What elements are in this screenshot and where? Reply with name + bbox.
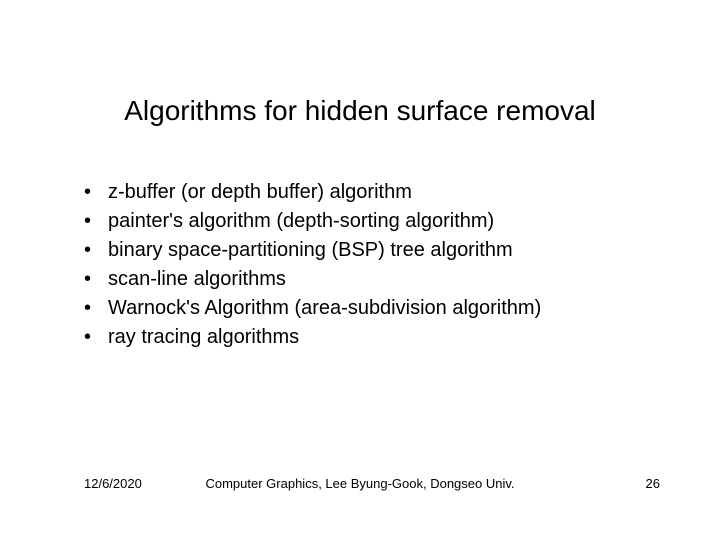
bullet-icon: • [84,323,108,352]
slide: Algorithms for hidden surface removal • … [0,0,720,540]
list-item: • binary space-partitioning (BSP) tree a… [84,236,541,265]
list-item: • z-buffer (or depth buffer) algorithm [84,178,541,207]
list-item: • scan-line algorithms [84,265,541,294]
list-item: • Warnock's Algorithm (area-subdivision … [84,294,541,323]
bullet-icon: • [84,294,108,323]
footer-page-number: 26 [646,476,660,491]
bullet-icon: • [84,265,108,294]
slide-title: Algorithms for hidden surface removal [0,95,720,127]
bullet-text: scan-line algorithms [108,265,286,294]
bullet-icon: • [84,236,108,265]
bullet-icon: • [84,178,108,207]
list-item: • ray tracing algorithms [84,323,541,352]
bullet-text: painter's algorithm (depth-sorting algor… [108,207,494,236]
bullet-text: Warnock's Algorithm (area-subdivision al… [108,294,541,323]
bullet-text: ray tracing algorithms [108,323,299,352]
bullet-icon: • [84,207,108,236]
list-item: • painter's algorithm (depth-sorting alg… [84,207,541,236]
bullet-text: z-buffer (or depth buffer) algorithm [108,178,412,207]
bullet-list: • z-buffer (or depth buffer) algorithm •… [84,178,541,352]
footer-center: Computer Graphics, Lee Byung-Gook, Dongs… [0,476,720,491]
bullet-text: binary space-partitioning (BSP) tree alg… [108,236,513,265]
